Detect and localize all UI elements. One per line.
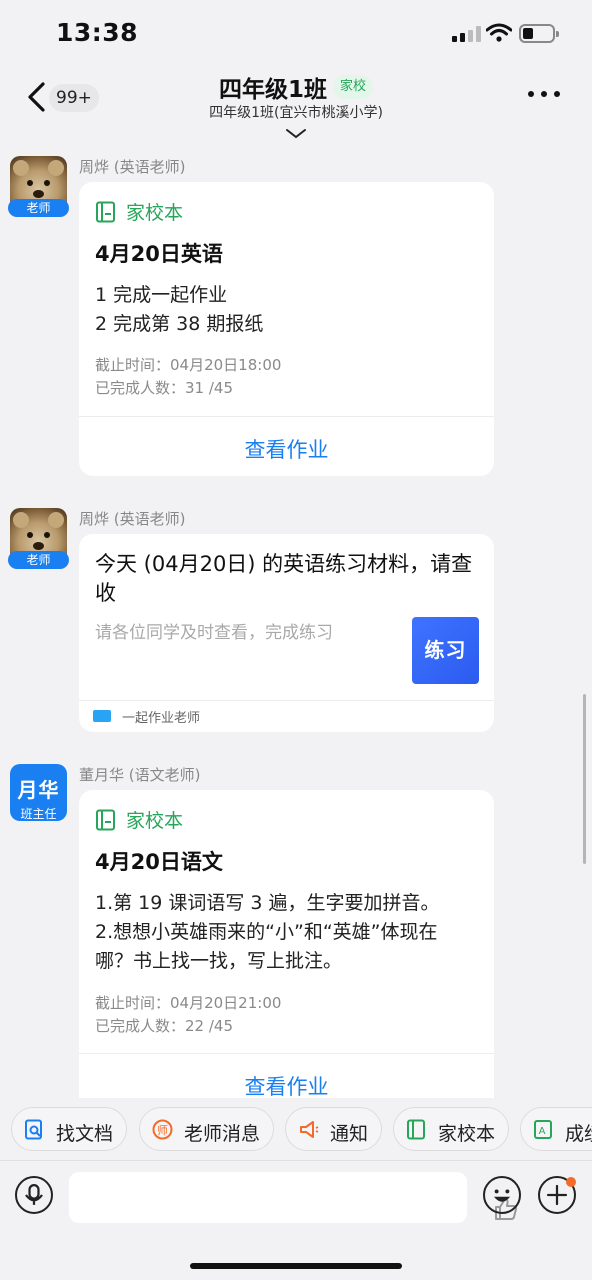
homework-line: 2.想想小英雄雨来的“小”和“英雄”体现在	[95, 921, 438, 943]
quick-action-label: 找文档	[56, 1123, 114, 1145]
quick-action-label: 成绩	[565, 1123, 592, 1145]
practice-thumbnail: 练习	[412, 617, 479, 684]
teacher-icon: 师	[152, 1119, 173, 1140]
svg-text:师: 师	[157, 1124, 168, 1137]
role-badge: 老师	[8, 199, 69, 217]
wifi-icon	[486, 23, 512, 42]
role-badge: 老师	[8, 551, 69, 569]
card-type-label: 家校本	[126, 810, 184, 832]
divider	[79, 416, 494, 417]
avatar-name: 月华	[17, 778, 60, 802]
quick-action-homework-book[interactable]: 家校本	[393, 1107, 509, 1151]
book-icon	[407, 1119, 425, 1140]
message-item: 老师 周烨 (英语老师) 今天 (04月20日) 的英语练习材料，请查收 请各位…	[0, 498, 592, 738]
quick-action-notice[interactable]: 通知	[285, 1107, 382, 1151]
megaphone-icon	[300, 1121, 319, 1138]
home-indicator[interactable]	[190, 1263, 402, 1269]
homework-card[interactable]: 家校本 4月20日英语 1 完成一起作业 2 完成第 38 期报纸 截止时间：0…	[79, 182, 494, 476]
divider	[79, 1053, 494, 1054]
group-type-tag: 家校	[333, 75, 374, 99]
scrollbar[interactable]	[583, 694, 586, 864]
book-icon	[96, 201, 115, 222]
card-type-row: 家校本	[95, 806, 183, 832]
deadline-text: 截止时间：04月20日21:00	[95, 994, 282, 1012]
svg-text:A: A	[539, 1126, 546, 1137]
chat-header: 99+ 四年级1班 家校 四年级1班(宜兴市桃溪小学)	[0, 66, 592, 146]
role-badge: 班主任	[20, 807, 57, 821]
notification-dot	[566, 1177, 576, 1187]
doc-search-icon	[25, 1119, 42, 1140]
quick-action-find-doc[interactable]: 找文档	[11, 1107, 127, 1151]
quick-action-label: 老师消息	[184, 1123, 261, 1145]
input-bar	[0, 1160, 592, 1280]
chat-title-group[interactable]: 四年级1班 家校	[0, 70, 592, 104]
homework-title: 4月20日英语	[95, 242, 223, 266]
homework-line: 1.第 19 课词语写 3 遍，生字要加拼音。	[95, 892, 440, 914]
microphone-icon[interactable]	[15, 1176, 53, 1214]
card-type-label: 家校本	[126, 202, 184, 224]
message-text-field[interactable]	[83, 1184, 403, 1210]
divider	[79, 700, 494, 701]
completed-count: 已完成人数：22 /45	[95, 1017, 233, 1035]
quick-action-grades[interactable]: A 成绩	[520, 1107, 592, 1151]
quick-action-label: 通知	[330, 1123, 369, 1145]
battery-icon	[519, 24, 559, 43]
message-item: 老师 周烨 (英语老师) 家校本 4月20日英语 1 完成一起作业 2 完成第 …	[0, 146, 592, 486]
homework-title: 4月20日语文	[95, 850, 223, 874]
cellular-signal-icon	[452, 26, 482, 42]
grade-icon: A	[534, 1120, 552, 1139]
emoji-icon[interactable]	[483, 1176, 521, 1214]
homework-line: 1 完成一起作业	[95, 284, 228, 306]
source-label: 一起作业老师	[122, 711, 201, 726]
chevron-down-icon[interactable]	[285, 128, 307, 140]
view-homework-button[interactable]: 查看作业	[79, 434, 494, 464]
homework-line: 哪？书上找一找，写上批注。	[95, 950, 343, 972]
material-title: 今天 (04月20日) 的英语练习材料，请查收	[95, 552, 473, 605]
avatar[interactable]: 月华 班主任	[10, 764, 67, 821]
chat-subtitle: 四年级1班(宜兴市桃溪小学)	[209, 105, 383, 121]
material-description: 请各位同学及时查看，完成练习	[95, 623, 333, 643]
card-type-row: 家校本	[95, 198, 183, 224]
deadline-text: 截止时间：04月20日18:00	[95, 356, 282, 374]
status-bar: 13:38	[0, 0, 592, 66]
app-source-icon	[93, 710, 111, 722]
shared-material-card[interactable]: 今天 (04月20日) 的英语练习材料，请查收 请各位同学及时查看，完成练习 练…	[79, 534, 494, 732]
more-options-icon[interactable]	[528, 91, 560, 101]
view-homework-button[interactable]: 查看作业	[79, 1071, 494, 1098]
chat-title: 四年级1班	[218, 77, 327, 103]
sender-name: 周烨 (英语老师)	[79, 158, 186, 176]
message-input[interactable]	[69, 1172, 518, 1223]
status-time: 13:38	[56, 18, 139, 47]
sender-name: 董月华 (语文老师)	[79, 766, 201, 784]
quick-action-teacher-messages[interactable]: 师 老师消息	[139, 1107, 274, 1151]
book-icon	[96, 809, 115, 830]
homework-card[interactable]: 家校本 4月20日语文 1.第 19 课词语写 3 遍，生字要加拼音。 2.想想…	[79, 790, 494, 1098]
quick-action-bar: 找文档 师 老师消息 通知 家校本 A 成绩	[0, 1103, 592, 1155]
message-item: 月华 班主任 董月华 (语文老师) 家校本 4月20日语文 1.第 19 课词语…	[0, 754, 592, 1098]
quick-action-label: 家校本	[438, 1123, 496, 1145]
sender-name: 周烨 (英语老师)	[79, 510, 186, 528]
completed-count: 已完成人数：31 /45	[95, 379, 233, 397]
homework-line: 2 完成第 38 期报纸	[95, 313, 264, 335]
message-feed[interactable]: 老师 周烨 (英语老师) 家校本 4月20日英语 1 完成一起作业 2 完成第 …	[0, 146, 592, 1098]
